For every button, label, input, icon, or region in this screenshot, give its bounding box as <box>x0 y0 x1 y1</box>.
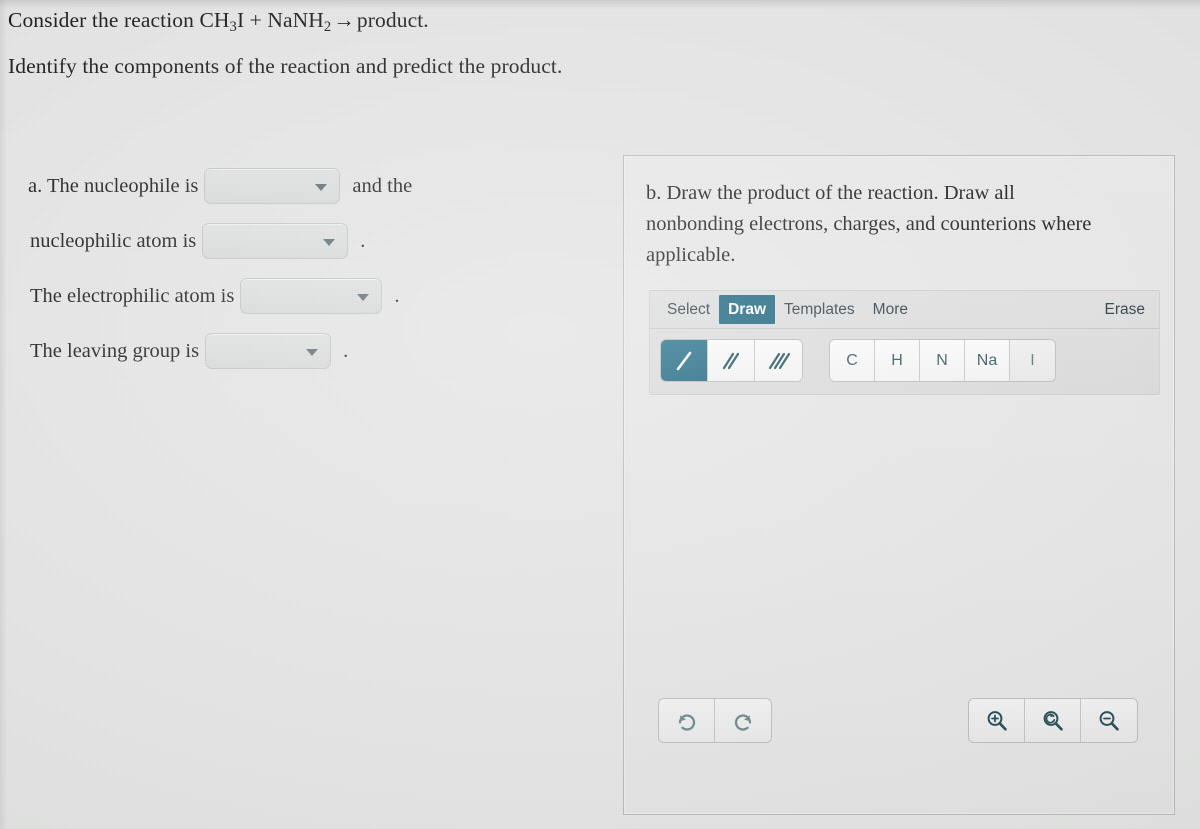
nucleophilic-atom-select[interactable] <box>202 223 349 259</box>
field-tail-nucleophile: and the <box>352 174 413 197</box>
question-prompt: Consider the reaction CH3I + NaNH2→produ… <box>8 6 728 81</box>
field-period-leaving-group: . <box>343 339 349 362</box>
editor-tab-bar: Select Draw Templates More Erase <box>650 291 1159 329</box>
prompt-instruction: Identify the components of the reaction … <box>8 54 563 79</box>
zoom-button-group <box>968 698 1138 743</box>
nucleophile-select[interactable] <box>204 168 341 204</box>
element-button-group: C H N Na I <box>829 339 1056 382</box>
undo-button[interactable] <box>659 699 715 742</box>
erase-button[interactable]: Erase <box>1096 296 1152 324</box>
field-row-electrophilic-atom: The electrophilic atom is . <box>30 278 588 314</box>
electrophilic-atom-select[interactable] <box>240 278 383 314</box>
field-row-nucleophilic-atom: nucleophilic atom is . <box>30 223 588 259</box>
redo-icon <box>734 713 752 731</box>
element-button-n[interactable]: N <box>920 340 965 381</box>
single-bond-icon <box>676 351 692 370</box>
double-bond-icon <box>722 352 740 369</box>
subscript-3: 3 <box>229 19 237 36</box>
zoom-out-icon <box>1099 710 1119 731</box>
prompt-text-mid: I + NaNH <box>236 8 324 32</box>
part-a-fields: a. The nucleophile is and the nucleophil… <box>28 168 588 388</box>
editor-tool-row: C H N Na I <box>650 329 1159 394</box>
prompt-text-pre: Consider the reaction CH <box>8 8 230 32</box>
field-row-leaving-group: The leaving group is . <box>30 333 588 369</box>
chevron-down-icon <box>357 294 370 301</box>
zoom-in-button[interactable] <box>969 699 1025 742</box>
chevron-down-icon <box>315 184 328 191</box>
field-label-nucleophilic-atom: nucleophilic atom is <box>30 229 197 252</box>
chevron-down-icon <box>306 349 319 356</box>
zoom-reset-button[interactable] <box>1025 699 1081 742</box>
tab-draw[interactable]: Draw <box>719 294 775 325</box>
zoom-in-icon <box>987 710 1007 731</box>
undo-icon <box>678 713 695 731</box>
double-bond-tool[interactable] <box>708 340 755 381</box>
field-period-nucleophilic-atom: . <box>360 229 366 252</box>
field-label-nucleophile: a. The nucleophile is <box>28 174 199 197</box>
bond-tool-group <box>660 339 803 382</box>
drawing-canvas[interactable] <box>649 422 1158 822</box>
triple-bond-tool[interactable] <box>755 340 802 381</box>
field-row-nucleophile: a. The nucleophile is and the <box>28 168 588 204</box>
tab-templates[interactable]: Templates <box>775 296 864 324</box>
reaction-arrow-icon: → <box>333 8 355 32</box>
chevron-down-icon <box>323 239 336 246</box>
zoom-reset-icon <box>1043 710 1063 731</box>
element-button-c[interactable]: C <box>830 340 875 381</box>
tab-select[interactable]: Select <box>658 296 719 324</box>
triple-bond-icon <box>768 352 790 369</box>
field-label-leaving-group: The leaving group is <box>30 339 200 362</box>
element-button-na[interactable]: Na <box>965 340 1010 381</box>
field-label-electrophilic-atom: The electrophilic atom is <box>30 284 235 307</box>
tab-more[interactable]: More <box>864 296 917 324</box>
element-button-h[interactable]: H <box>875 340 920 381</box>
zoom-out-button[interactable] <box>1081 699 1137 742</box>
part-b-question: b. Draw the product of the reaction. Dra… <box>646 182 1092 266</box>
field-period-electrophilic-atom: . <box>394 284 400 307</box>
leaving-group-select[interactable] <box>205 333 332 369</box>
redo-button[interactable] <box>715 699 771 742</box>
reaction-equation-line: Consider the reaction CH3I + NaNH2→produ… <box>8 6 728 37</box>
molecule-editor-panel: b. Draw the product of the reaction. Dra… <box>623 155 1175 815</box>
history-button-group <box>658 698 772 743</box>
prompt-text-post: product. <box>356 8 429 32</box>
single-bond-tool[interactable] <box>661 340 708 381</box>
element-button-i[interactable]: I <box>1010 340 1055 381</box>
editor-toolbar: Select Draw Templates More Erase C H N N… <box>649 290 1160 395</box>
